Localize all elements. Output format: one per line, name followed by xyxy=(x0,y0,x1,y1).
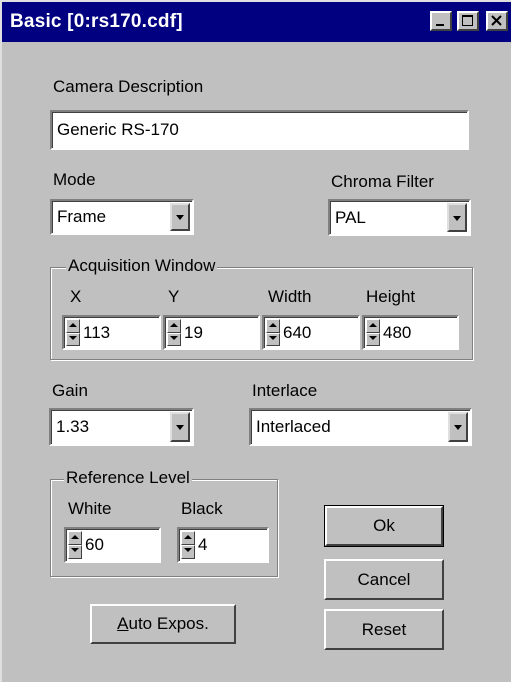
ok-button[interactable]: Ok xyxy=(324,505,444,547)
mode-label: Mode xyxy=(53,170,96,189)
auto-expos-button[interactable]: Auto Expos. xyxy=(90,604,236,644)
spin-up-icon[interactable] xyxy=(366,319,380,333)
y-spinner[interactable] xyxy=(167,319,181,346)
x-spinner[interactable] xyxy=(66,319,80,346)
interlace-label: Interlace xyxy=(252,381,318,400)
mode-dropdown-button[interactable] xyxy=(170,203,190,231)
maximize-button[interactable] xyxy=(457,11,479,31)
width-spinbox[interactable]: 640 xyxy=(262,315,360,350)
white-spinbox[interactable]: 60 xyxy=(64,527,161,563)
height-value: 480 xyxy=(383,322,412,342)
chroma-filter-label: Chroma Filter xyxy=(331,172,434,191)
spin-down-icon[interactable] xyxy=(66,332,80,346)
height-label: Height xyxy=(366,287,416,306)
acquisition-window-label: Acquisition Window xyxy=(66,256,218,276)
chroma-filter-select[interactable]: PAL xyxy=(328,199,471,236)
gain-label: Gain xyxy=(52,381,88,400)
close-button[interactable] xyxy=(486,11,508,31)
cancel-button-label: Cancel xyxy=(357,569,411,589)
width-label: Width xyxy=(268,287,312,306)
minimize-icon xyxy=(436,24,444,26)
interlace-dropdown-button[interactable] xyxy=(448,412,468,442)
chroma-filter-dropdown-button[interactable] xyxy=(447,203,467,232)
minimize-button[interactable] xyxy=(430,11,452,31)
x-value: 113 xyxy=(83,322,111,342)
width-value: 640 xyxy=(283,322,312,342)
reference-level-label: Reference Level xyxy=(64,468,192,488)
dialog-window: Basic [0:rs170.cdf] Camera Description G… xyxy=(0,0,511,682)
white-spinner[interactable] xyxy=(68,531,82,559)
gain-value: 1.33 xyxy=(56,417,90,436)
mode-value: Frame xyxy=(57,207,107,226)
width-spinner[interactable] xyxy=(266,319,280,346)
y-value: 19 xyxy=(184,322,203,342)
chevron-down-icon xyxy=(453,215,461,221)
chevron-down-icon xyxy=(176,425,184,430)
auto-expos-mnemonic: A xyxy=(117,614,129,633)
ok-button-label: Ok xyxy=(373,516,395,535)
title-bar[interactable]: Basic [0:rs170.cdf] xyxy=(2,2,511,42)
gain-select[interactable]: 1.33 xyxy=(49,408,194,446)
spin-up-icon[interactable] xyxy=(181,531,195,545)
spin-down-icon[interactable] xyxy=(266,332,280,346)
auto-expos-button-label: Auto Expos. xyxy=(92,614,234,634)
maximize-icon xyxy=(462,15,473,26)
auto-expos-text: uto Expos. xyxy=(128,614,209,633)
y-label: Y xyxy=(168,287,180,306)
black-value: 4 xyxy=(198,535,208,554)
white-label: White xyxy=(68,499,112,518)
x-label: X xyxy=(70,287,82,306)
gain-dropdown-button[interactable] xyxy=(170,412,190,442)
spin-up-icon[interactable] xyxy=(66,319,80,333)
black-spinner[interactable] xyxy=(181,531,195,559)
interlace-select[interactable]: Interlaced xyxy=(249,408,472,446)
chroma-filter-value: PAL xyxy=(335,207,366,227)
camera-description-input[interactable]: Generic RS-170 xyxy=(50,110,469,150)
height-spinner[interactable] xyxy=(366,319,380,346)
black-label: Black xyxy=(181,499,223,518)
reset-button-label: Reset xyxy=(361,619,407,639)
interlace-value: Interlaced xyxy=(256,417,331,436)
camera-description-value: Generic RS-170 xyxy=(57,120,179,139)
window-title: Basic [0:rs170.cdf] xyxy=(10,11,183,32)
black-spinbox[interactable]: 4 xyxy=(177,527,269,563)
y-spinbox[interactable]: 19 xyxy=(163,315,260,350)
spin-up-icon[interactable] xyxy=(167,319,181,333)
cancel-button[interactable]: Cancel xyxy=(324,559,444,600)
reset-button[interactable]: Reset xyxy=(324,609,444,650)
close-icon xyxy=(491,15,502,26)
x-spinbox[interactable]: 113 xyxy=(62,315,161,350)
chevron-down-icon xyxy=(454,425,462,430)
mode-select[interactable]: Frame xyxy=(50,199,194,235)
spin-down-icon[interactable] xyxy=(181,545,195,559)
height-spinbox[interactable]: 480 xyxy=(362,315,459,350)
spin-up-icon[interactable] xyxy=(266,319,280,333)
spin-up-icon[interactable] xyxy=(68,531,82,545)
white-value: 60 xyxy=(85,535,104,554)
chevron-down-icon xyxy=(176,215,184,220)
spin-down-icon[interactable] xyxy=(68,545,82,559)
spin-down-icon[interactable] xyxy=(167,332,181,346)
camera-description-label: Camera Description xyxy=(53,77,204,96)
spin-down-icon[interactable] xyxy=(366,332,380,346)
